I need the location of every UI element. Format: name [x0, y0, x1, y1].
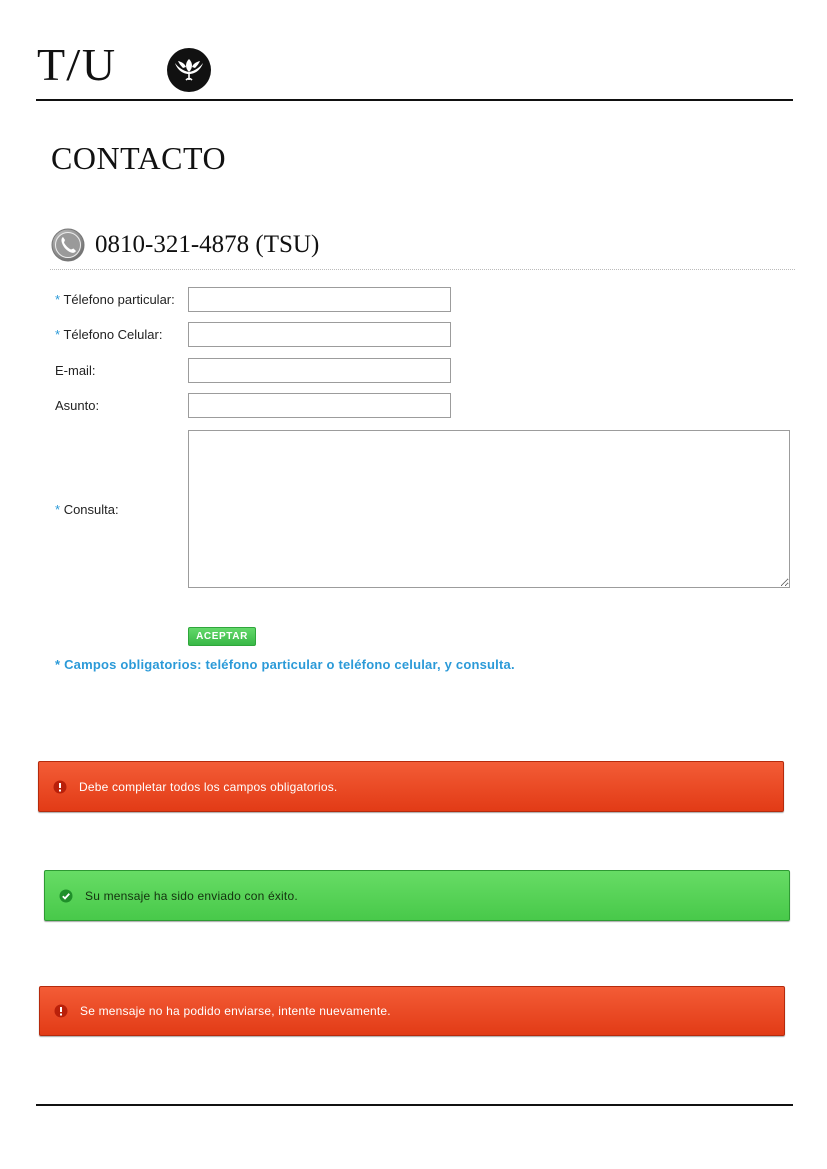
- aceptar-button[interactable]: ACEPTAR: [188, 627, 256, 646]
- phone-icon: [51, 228, 85, 262]
- exclamation-icon: [53, 780, 67, 793]
- required-marker: *: [55, 327, 61, 342]
- header-divider: [36, 99, 793, 101]
- consulta-textarea[interactable]: [188, 430, 790, 588]
- required-fields-note: * Campos obligatorios: teléfono particul…: [55, 657, 515, 672]
- label-telefono-particular: * Télefono particular:: [55, 292, 175, 307]
- alert-message: Se mensaje no ha podido enviarse, intent…: [80, 1004, 391, 1018]
- required-marker: *: [55, 502, 61, 517]
- lotus-flower-icon: [167, 48, 211, 92]
- asunto-input[interactable]: [188, 393, 451, 418]
- page-title: CONTACTO: [51, 140, 227, 176]
- footer-divider: [36, 1104, 793, 1106]
- label-telefono-celular: * Télefono Celular:: [55, 327, 163, 342]
- telefono-particular-input[interactable]: [188, 287, 451, 312]
- alert-error-send-failed: Se mensaje no ha podido enviarse, intent…: [39, 986, 785, 1036]
- logo-wordmark: T/U: [37, 39, 118, 90]
- email-input[interactable]: [188, 358, 451, 383]
- required-marker: *: [55, 292, 61, 307]
- alert-message: Su mensaje ha sido enviado con éxito.: [85, 888, 298, 903]
- exclamation-icon: [54, 1004, 68, 1018]
- phone-contact: 0810-321-4878 (TSU): [51, 228, 319, 262]
- alert-message: Debe completar todos los campos obligato…: [79, 779, 338, 794]
- alert-success-sent: Su mensaje ha sido enviado con éxito.: [44, 870, 790, 921]
- telefono-celular-input[interactable]: [188, 322, 451, 347]
- label-asunto: Asunto:: [55, 398, 100, 413]
- phone-number: 0810-321-4878 (TSU): [95, 231, 320, 258]
- alert-error-required: Debe completar todos los campos obligato…: [38, 761, 784, 812]
- check-icon: [59, 889, 73, 902]
- section-divider: [50, 269, 795, 270]
- label-consulta: * Consulta:: [55, 502, 119, 517]
- label-email: E-mail:: [55, 363, 96, 378]
